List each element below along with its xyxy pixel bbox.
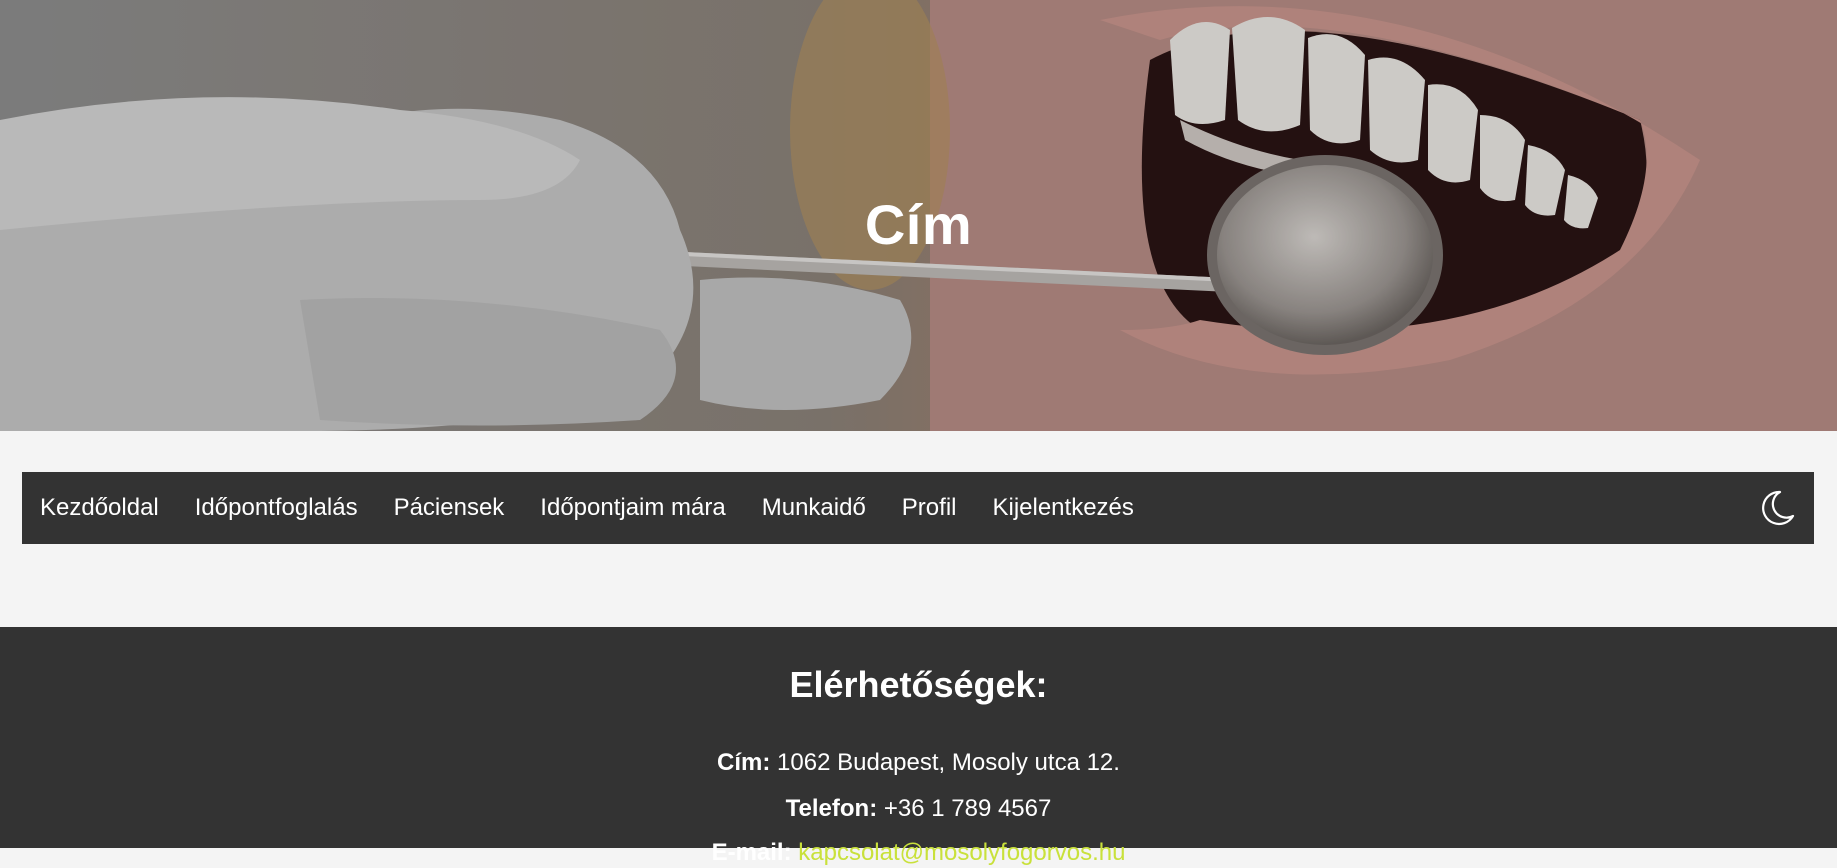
nav-item-booking[interactable]: Időpontfoglalás xyxy=(195,494,358,522)
nav-list: Kezdőoldal Időpontfoglalás Páciensek Idő… xyxy=(40,472,1170,544)
nav-item-working-hours[interactable]: Munkaidő xyxy=(762,494,866,522)
main-navbar: Kezdőoldal Időpontfoglalás Páciensek Idő… xyxy=(22,472,1814,544)
moon-icon xyxy=(1762,490,1795,526)
email-label: E-mail: xyxy=(711,839,792,866)
phone-label: Telefon: xyxy=(785,795,878,822)
email-link[interactable]: kapcsolat@mosolyfogorvos.hu xyxy=(792,839,1125,866)
nav-item-patients[interactable]: Páciensek xyxy=(394,494,505,522)
hero-banner: Cím xyxy=(0,0,1837,431)
phone-value: +36 1 789 4567 xyxy=(877,795,1052,822)
nav-item-home[interactable]: Kezdőoldal xyxy=(40,494,159,522)
theme-toggle-button[interactable] xyxy=(1758,489,1796,527)
footer-address: Cím: 1062 Budapest, Mosoly utca 12. xyxy=(0,748,1837,778)
footer-email: E-mail: kapcsolat@mosolyfogorvos.hu xyxy=(0,838,1837,868)
address-label: Cím: xyxy=(717,749,771,776)
footer-heading: Elérhetőségek: xyxy=(789,664,1048,705)
hero-title: Cím xyxy=(864,192,973,256)
footer-phone: Telefon: +36 1 789 4567 xyxy=(0,794,1837,824)
nav-item-logout[interactable]: Kijelentkezés xyxy=(992,494,1133,522)
nav-item-profile[interactable]: Profil xyxy=(902,494,957,522)
contact-footer: Elérhetőségek: Cím: 1062 Budapest, Mosol… xyxy=(0,627,1837,866)
address-value: 1062 Budapest, Mosoly utca 12. xyxy=(770,749,1120,776)
nav-item-todays-appointments[interactable]: Időpontjaim mára xyxy=(540,494,725,522)
